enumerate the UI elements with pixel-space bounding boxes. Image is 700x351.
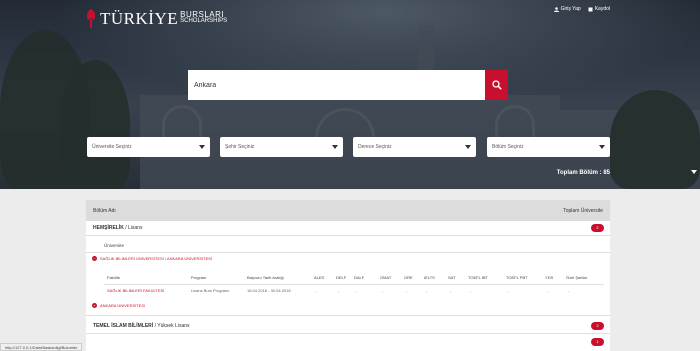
chevron-down-icon[interactable] xyxy=(691,170,697,174)
th-ales: ALES xyxy=(314,275,325,280)
search-button[interactable] xyxy=(485,70,508,100)
search-icon xyxy=(491,80,502,90)
th-program: Program xyxy=(191,275,207,280)
col-department: Bölüm Adı xyxy=(93,207,116,214)
th-gmat: GMAT xyxy=(380,275,392,280)
td-dalf: - xyxy=(356,288,358,293)
brand-sub1: BURSLARI xyxy=(180,10,225,19)
login-label: Giriş Yap xyxy=(560,6,581,12)
th-dalf: DALF xyxy=(354,275,365,280)
divider xyxy=(86,333,610,334)
brand-logo[interactable]: TÜRKİYE BURSLARI SCHOLARSHIPS xyxy=(84,7,227,29)
td-special: - xyxy=(568,288,570,293)
th-special: Özel Şartlar xyxy=(566,275,588,280)
register-icon xyxy=(588,7,593,11)
chevron-down-icon xyxy=(599,145,605,149)
th-toefl-ibt: TOEFL IBT xyxy=(468,275,489,280)
results-panel: Bölüm Adı Toplam Üniversite HEMŞİRELİK /… xyxy=(86,200,610,351)
register-link[interactable]: Kaydol xyxy=(588,6,610,12)
total-count: Toplam Bölüm : 85 xyxy=(556,170,610,176)
th-sat: SAT xyxy=(448,275,456,280)
brand-sub2: SCHOLARSHIPS xyxy=(180,18,228,24)
table-header: Fakülte Program Başvuru Tarih Aralığı AL… xyxy=(104,273,614,283)
th-date-range: Başvuru Tarih Aralığı xyxy=(247,275,284,280)
divider xyxy=(104,284,604,285)
user-icon xyxy=(553,6,559,12)
count-badge[interactable]: 2 xyxy=(591,224,604,232)
th-yds: YDS xyxy=(545,275,554,280)
university-name: ANKARA ÜNİVERSİTESİ xyxy=(100,303,146,308)
td-toefl-ibt: - xyxy=(470,288,472,293)
td-sat: - xyxy=(450,288,452,293)
divider xyxy=(86,252,610,253)
results-header: Bölüm Adı Toplam Üniversite xyxy=(86,200,610,221)
td-yds: - xyxy=(547,288,549,293)
filter-row: Üniversite Seçiniz Şehir Seçiniz Derece … xyxy=(87,137,610,157)
browser-status-bar: http://127.0.0.1/DaireBaskanligi/Bolumle… xyxy=(0,343,83,351)
department-row-title[interactable]: TEMEL İSLAM BİLİMLERİ / Yüksek Lisans xyxy=(93,323,190,329)
td-ielts: - xyxy=(426,288,428,293)
td-date-range: 16.04.2018 - 30.04.2018 xyxy=(247,288,291,293)
td-ales: - xyxy=(316,288,318,293)
th-gre: GRE xyxy=(404,275,413,280)
search-bar xyxy=(188,70,508,100)
search-input[interactable] xyxy=(188,70,485,100)
brand-subtitle: BURSLARI SCHOLARSHIPS xyxy=(180,11,227,25)
divider xyxy=(86,315,610,316)
university-item[interactable]: − SAĞLIK BİLİMLERİ ÜNİVERSİTESİ / ANKARA… xyxy=(92,256,212,261)
chevron-down-icon xyxy=(465,145,471,149)
th-delf: DELF xyxy=(336,275,347,280)
td-toefl-pbt: - xyxy=(508,288,510,293)
city-select-label: Şehir Seçiniz xyxy=(225,144,255,150)
city-select[interactable]: Şehir Seçiniz xyxy=(220,137,343,157)
chevron-down-icon xyxy=(332,145,338,149)
university-item[interactable]: + ANKARA ÜNİVERSİTESİ xyxy=(92,303,145,308)
count-badge[interactable]: 2 xyxy=(591,322,604,330)
td-faculty[interactable]: SAĞLIK BİLİMLERİ FAKÜLTESİ xyxy=(107,288,164,293)
department-row-title[interactable]: HEMŞİRELİK / Lisans xyxy=(93,225,142,231)
chevron-down-icon xyxy=(199,145,205,149)
degree-select-label: Derece Seçiniz xyxy=(358,144,392,150)
tulip-icon xyxy=(84,7,98,29)
top-links: Giriş Yap Kaydol xyxy=(553,6,610,12)
department-select[interactable]: Bölüm Seçiniz xyxy=(487,137,610,157)
col-total-university: Toplam Üniversite xyxy=(563,207,603,214)
th-toefl-pbt: TOEFL PBT xyxy=(506,275,528,280)
university-select[interactable]: Üniversite Seçiniz xyxy=(87,137,210,157)
td-gre: - xyxy=(406,288,408,293)
td-program: Lisans Burs Programı xyxy=(191,288,230,293)
department-select-label: Bölüm Seçiniz xyxy=(492,144,524,150)
th-ielts: IELTS xyxy=(424,275,435,280)
table-row: SAĞLIK BİLİMLERİ FAKÜLTESİ Lisans Burs P… xyxy=(104,286,614,294)
login-link[interactable]: Giriş Yap xyxy=(553,6,581,12)
minus-icon: − xyxy=(92,256,97,261)
university-select-label: Üniversite Seçiniz xyxy=(92,144,132,150)
brand-name: TÜRKİYE xyxy=(100,8,179,28)
th-faculty: Fakülte xyxy=(107,275,121,280)
divider xyxy=(86,235,610,236)
count-badge[interactable]: 1 xyxy=(591,338,604,346)
td-gmat: - xyxy=(382,288,384,293)
td-delf: - xyxy=(338,288,340,293)
degree-select[interactable]: Derece Seçiniz xyxy=(353,137,476,157)
register-label: Kaydol xyxy=(594,6,610,12)
university-name: SAĞLIK BİLİMLERİ ÜNİVERSİTESİ / ANKARA Ü… xyxy=(100,256,213,261)
plus-icon: + xyxy=(92,303,97,308)
university-label: Üniversite xyxy=(104,243,125,248)
